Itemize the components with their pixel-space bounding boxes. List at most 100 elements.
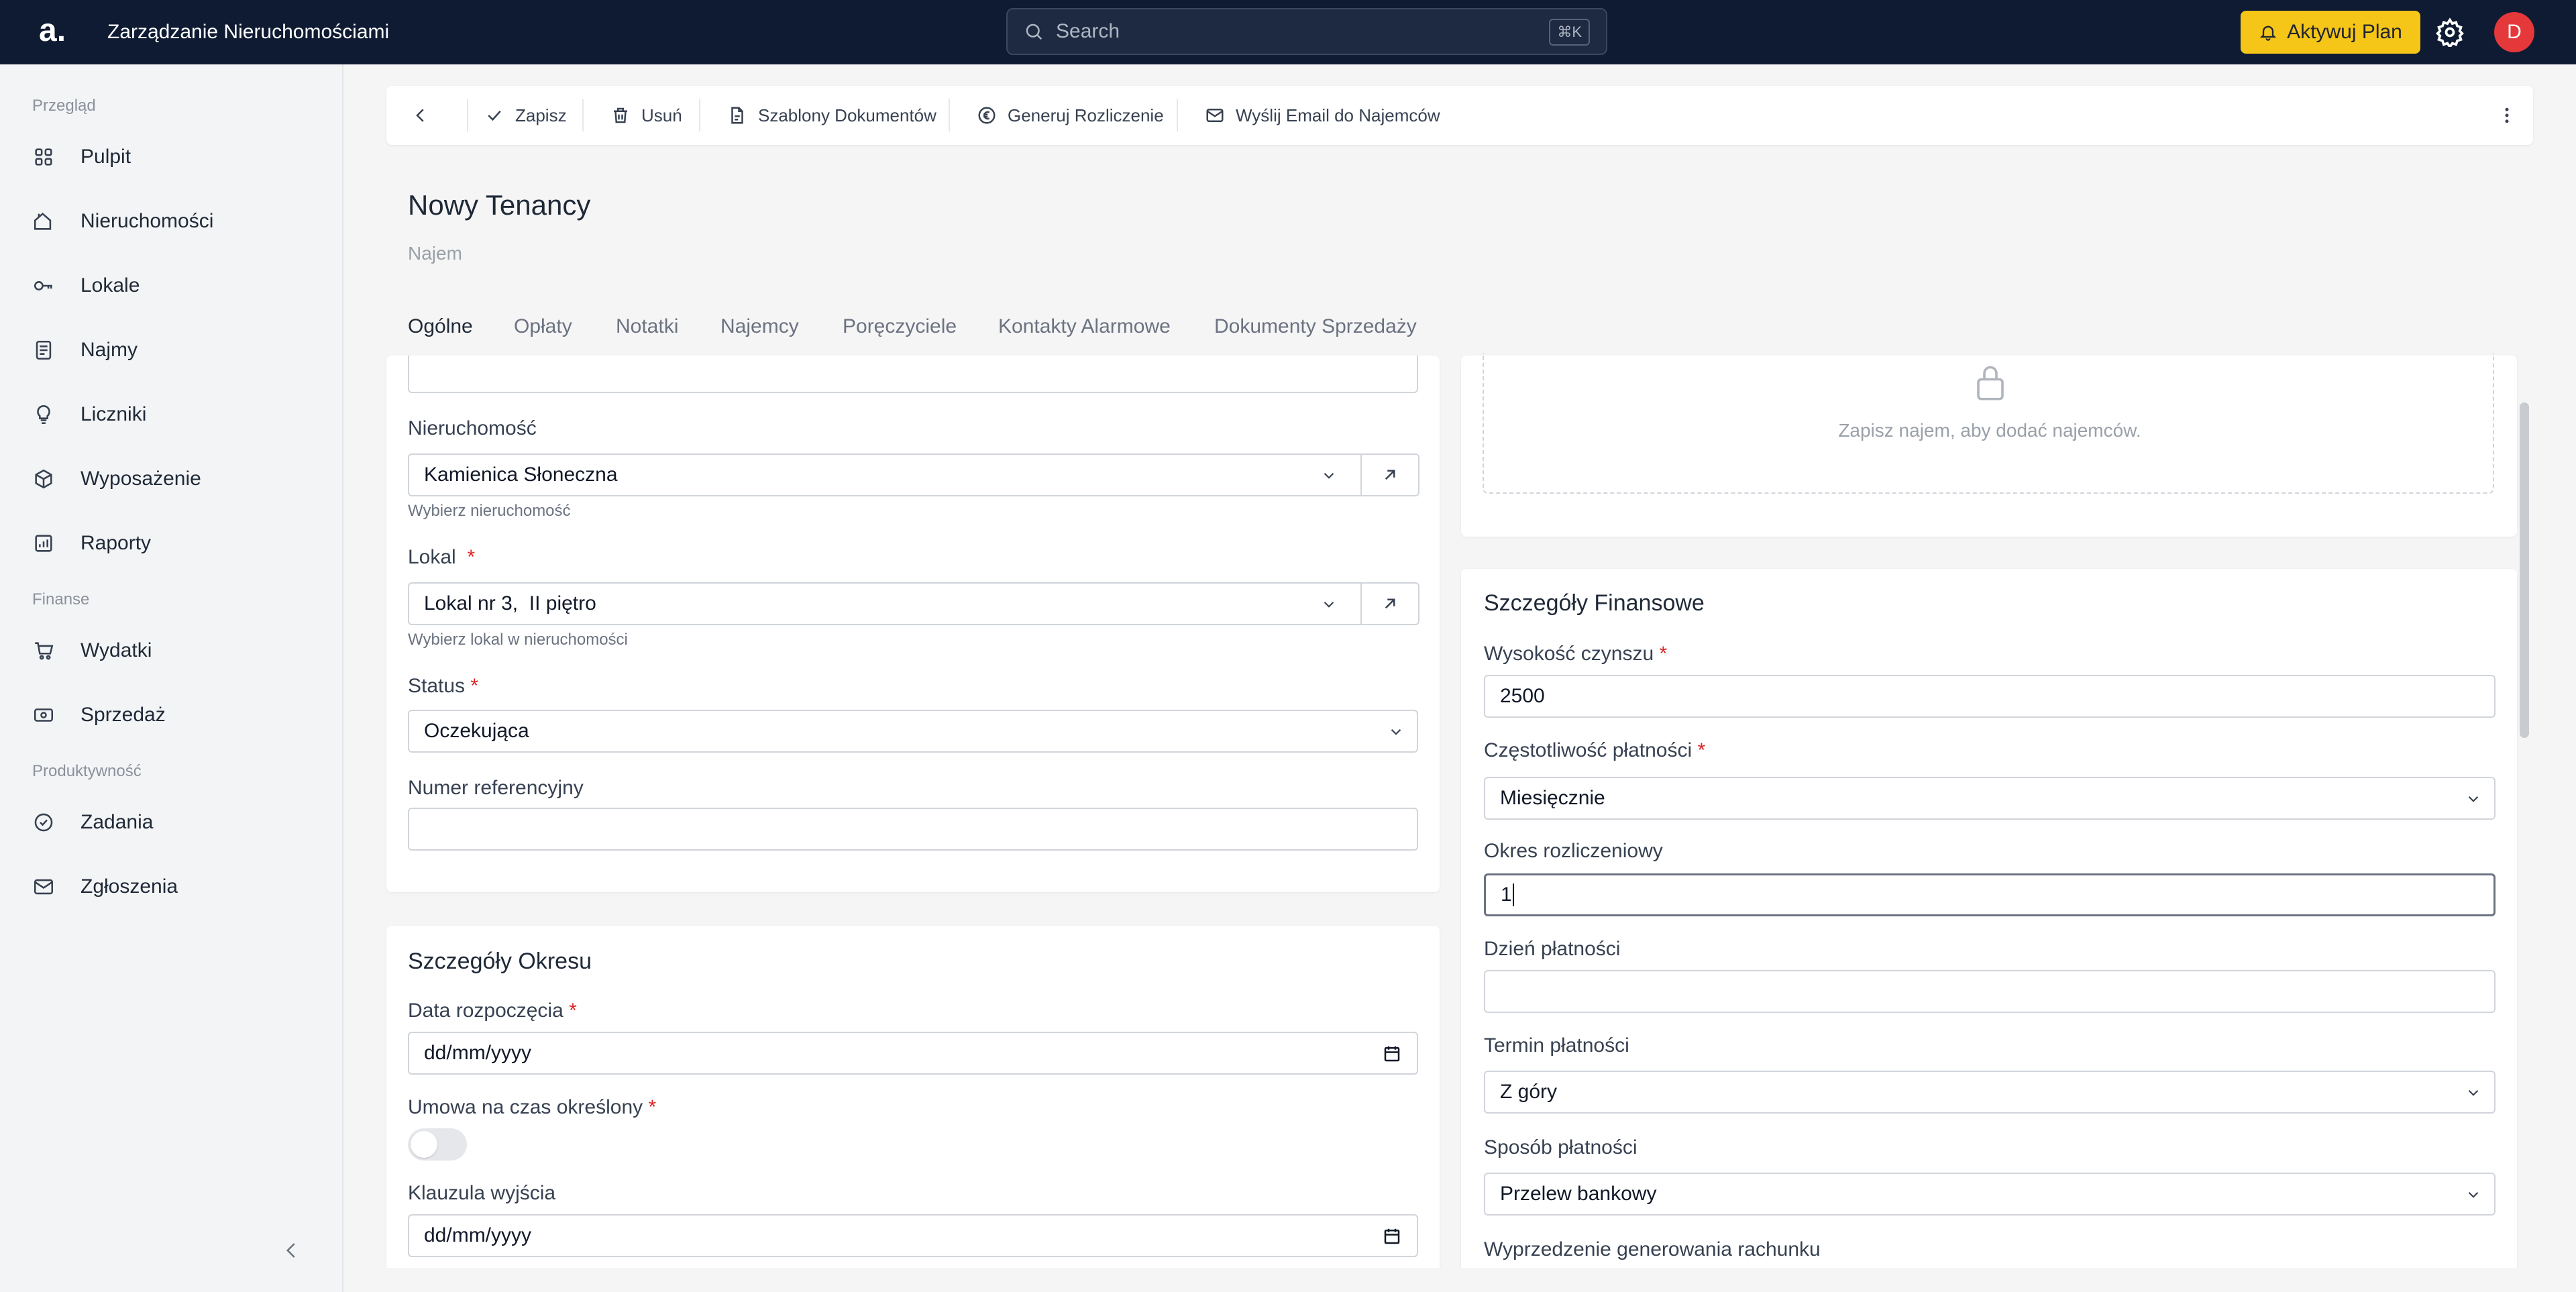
bell-icon [2259, 25, 2277, 41]
unit-select[interactable]: Lokal nr 3, II piętro [408, 582, 1362, 625]
money-icon [34, 708, 54, 722]
sidebar-item-tenancies[interactable]: Najmy [32, 330, 138, 370]
status-select[interactable]: Oczekująca [408, 710, 1418, 753]
period-panel: Szczegóły Okresu Data rozpoczęcia * dd/m… [386, 926, 1440, 1275]
sidebar-item-label: Lokale [80, 274, 140, 297]
sidebar-item-label: Liczniki [80, 403, 147, 425]
sidebar-item-label: Wyposażenie [80, 468, 201, 490]
action-bar: Zapisz Usuń Szablony Dokumentów Generuj … [386, 86, 2533, 145]
payment-term-select[interactable]: Z góry [1484, 1071, 2496, 1114]
more-options-button[interactable] [2497, 86, 2517, 145]
property-select[interactable]: Kamienica Słoneczna [408, 453, 1362, 496]
sidebar-item-meters[interactable]: Liczniki [32, 394, 146, 435]
divider [699, 99, 700, 131]
email-tenants-button[interactable]: Wyślij Email do Najemców [1205, 86, 1440, 145]
chevron-down-icon [1324, 472, 1334, 479]
chevron-down-icon [2468, 796, 2479, 802]
calendar-icon [1384, 1228, 1400, 1244]
tab-fees[interactable]: Opłaty [514, 315, 572, 338]
finance-section-title: Szczegóły Finansowe [1484, 590, 1705, 616]
search-input[interactable] [1056, 20, 1525, 43]
app-logo[interactable]: a. [39, 15, 66, 47]
divider [467, 99, 468, 131]
generate-settlement-button[interactable]: Generuj Rozliczenie [977, 86, 1164, 145]
open-property-button[interactable] [1360, 453, 1419, 496]
property-help: Wybierz nieruchomość [408, 502, 571, 520]
start-date-input[interactable]: dd/mm/yyyy [408, 1032, 1418, 1075]
divider [949, 99, 950, 131]
chevron-down-icon [1324, 601, 1334, 608]
content-clip [343, 1268, 2576, 1292]
sidebar-item-label: Raporty [80, 532, 152, 554]
file-icon [731, 107, 743, 124]
tenants-panel: Zapisz najem, aby dodać najemców. [1461, 353, 2517, 537]
chevron-left-icon [416, 109, 424, 122]
rent-input[interactable]: 2500 [1484, 675, 2496, 718]
exit-clause-date-input[interactable]: dd/mm/yyyy [408, 1214, 1418, 1257]
payment-frequency-select[interactable]: Miesięcznie [1484, 777, 2496, 820]
page-subtitle: Najem [408, 243, 462, 264]
unit-label: Lokal * [408, 546, 476, 568]
billing-period-value: 1 [1501, 883, 1512, 906]
sidebar-item-label: Najmy [80, 339, 138, 361]
rent-label: Wysokość czynszu * [1484, 643, 1668, 665]
document-templates-button[interactable]: Szablony Dokumentów [727, 86, 936, 145]
sidebar-item-properties[interactable]: Nieruchomości [32, 201, 213, 241]
reference-number-input[interactable] [408, 808, 1418, 851]
sidebar-section-productivity: Produktywność [32, 762, 142, 780]
sidebar-item-equipment[interactable]: Wyposażenie [32, 459, 201, 499]
payment-method-label: Sposób płatności [1484, 1136, 1638, 1159]
check-icon [488, 110, 501, 121]
tab-sales-documents[interactable]: Dokumenty Sprzedaży [1214, 315, 1417, 338]
property-value: Kamienica Słoneczna [424, 464, 618, 486]
calendar-icon [1384, 1046, 1400, 1062]
delete-button[interactable]: Usuń [610, 86, 682, 145]
fixed-term-toggle[interactable] [408, 1128, 467, 1161]
scrollbar-thumb[interactable] [2520, 402, 2529, 738]
start-date-placeholder: dd/mm/yyyy [424, 1042, 532, 1064]
open-unit-button[interactable] [1360, 582, 1419, 625]
tab-notes[interactable]: Notatki [616, 315, 678, 338]
rent-value: 2500 [1500, 685, 1545, 707]
avatar[interactable]: D [2494, 12, 2534, 52]
save-button[interactable]: Zapisz [484, 86, 567, 145]
tab-tenants[interactable]: Najemcy [720, 315, 799, 338]
tenants-empty-state: Zapisz najem, aby dodać najemców. [1483, 353, 2494, 494]
reference-number-label: Numer referencyjny [408, 777, 584, 799]
more-vertical-icon [2505, 107, 2509, 123]
sidebar-item-expenses[interactable]: Wydatki [32, 631, 152, 671]
activate-plan-button[interactable]: Aktywuj Plan [2241, 11, 2420, 54]
search-bar[interactable]: ⌘K [1006, 8, 1607, 55]
status-value: Oczekująca [424, 720, 529, 742]
sidebar-item-reports[interactable]: Raporty [32, 523, 151, 563]
app-title: Zarządzanie Nieruchomościami [107, 21, 390, 43]
toggle-knob [411, 1131, 437, 1158]
delete-label: Usuń [641, 105, 682, 125]
sidebar-item-dashboard[interactable]: Pulpit [32, 137, 131, 177]
previous-field[interactable] [408, 356, 1418, 393]
payment-day-label: Dzień płatności [1484, 938, 1621, 960]
tab-general[interactable]: Ogólne [408, 315, 473, 338]
general-panel: Nieruchomość Kamienica Słoneczna Wybierz… [386, 356, 1440, 892]
tab-guarantors[interactable]: Poręczyciele [843, 315, 957, 338]
report-icon [35, 535, 52, 552]
start-date-label: Data rozpoczęcia * [408, 1000, 577, 1022]
gear-icon[interactable] [2435, 17, 2465, 47]
back-button[interactable] [411, 86, 431, 145]
chevron-down-icon [2468, 1191, 2479, 1198]
payment-day-input[interactable] [1484, 970, 2496, 1013]
external-link-icon [1385, 598, 1395, 609]
sidebar-item-tasks[interactable]: Zadania [32, 802, 153, 843]
text-cursor [1512, 883, 1514, 906]
sidebar-item-sales[interactable]: Sprzedaż [32, 695, 166, 735]
sidebar-item-requests[interactable]: Zgłoszenia [32, 867, 178, 907]
payment-method-select[interactable]: Przelew bankowy [1484, 1173, 2496, 1216]
mail-icon [34, 879, 54, 895]
lock-icon [1977, 366, 2004, 400]
chevron-left-icon[interactable] [282, 1238, 302, 1262]
sidebar-item-units[interactable]: Lokale [32, 266, 140, 306]
property-label: Nieruchomość [408, 417, 537, 439]
tab-emergency-contacts[interactable]: Kontakty Alarmowe [998, 315, 1171, 338]
sidebar-section-overview: Przegląd [32, 97, 96, 115]
billing-period-input[interactable]: 1 [1484, 873, 2496, 916]
